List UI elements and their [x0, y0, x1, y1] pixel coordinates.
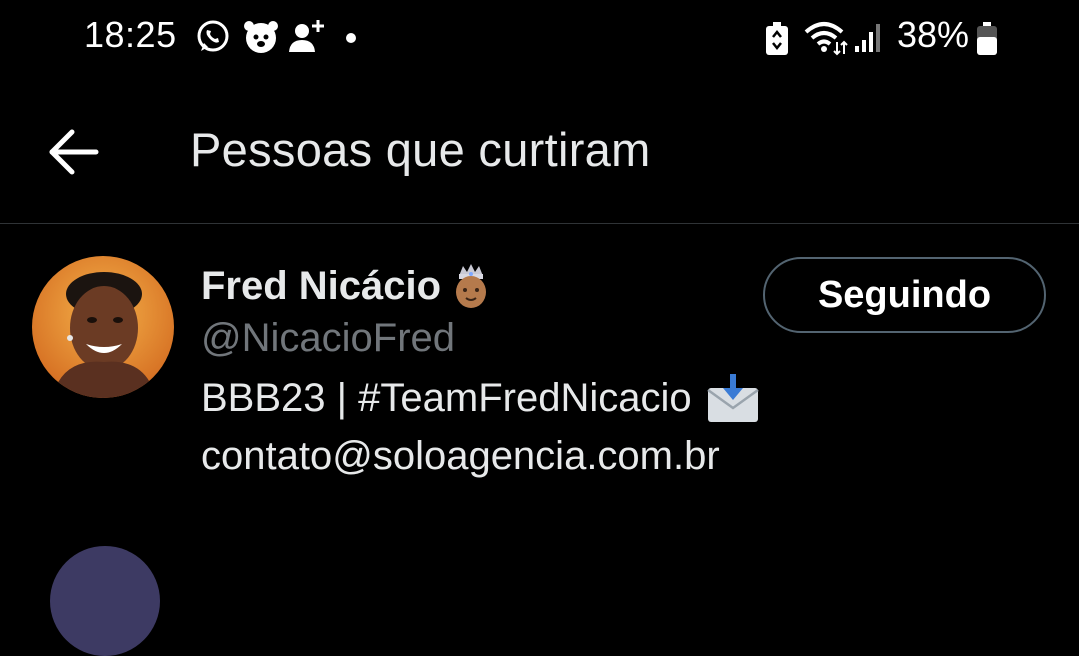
battery-icon — [977, 22, 997, 55]
status-time: 18:25 — [84, 14, 177, 55]
status-bar: 18:25 38% — [0, 0, 1079, 78]
whatsapp-icon — [197, 20, 229, 52]
user-bio-line-1: BBB23 | #TeamFredNicacio — [201, 372, 760, 424]
user-handle: @NicacioFred — [201, 316, 456, 360]
prince-emoji — [456, 264, 487, 308]
back-button[interactable] — [46, 124, 102, 180]
arrow-left-icon — [49, 129, 99, 175]
following-button[interactable]: Seguindo — [763, 257, 1046, 333]
user-avatar[interactable] — [32, 256, 174, 398]
page-header: Pessoas que curtiram — [0, 78, 1079, 224]
battery-percent: 38% — [897, 14, 970, 55]
battery-saver-icon — [766, 22, 788, 55]
page-title: Pessoas que curtiram — [190, 123, 651, 176]
bubble-icon — [244, 21, 278, 53]
person-add-icon — [289, 20, 324, 52]
next-user-avatar[interactable] — [50, 546, 160, 656]
notification-dot — [346, 33, 356, 43]
signal-icon — [855, 24, 880, 52]
wifi-icon — [804, 22, 848, 56]
user-list-item[interactable]: Fred Nicácio @NicacioFred BBB23 | #TeamF… — [0, 224, 1079, 524]
user-name-row: Fred Nicácio — [201, 260, 493, 312]
bio-text: BBB23 | #TeamFredNicacio — [201, 375, 692, 420]
user-bio-line-2: contato@soloagencia.com.br — [201, 434, 720, 478]
envelope-arrow-icon — [706, 374, 759, 422]
user-name: Fred Nicácio — [201, 263, 442, 308]
